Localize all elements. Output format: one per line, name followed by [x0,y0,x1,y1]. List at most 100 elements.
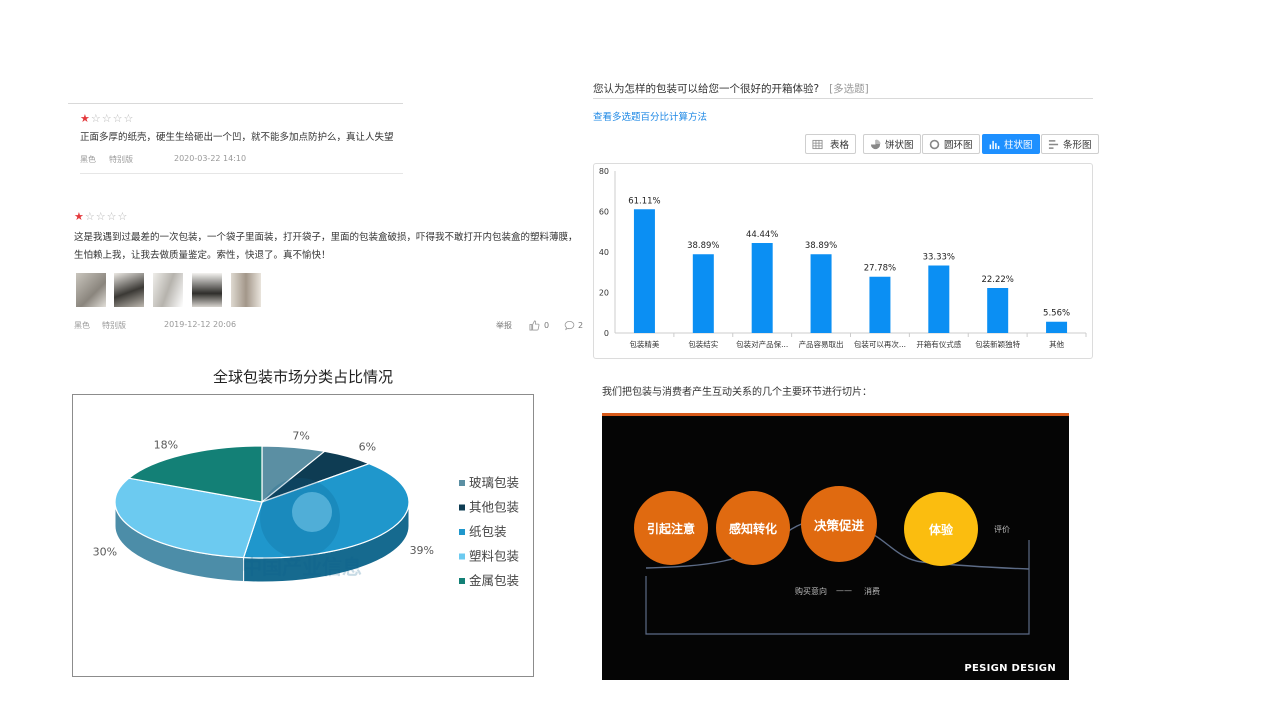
bar[interactable] [1046,321,1068,333]
review-text: 正面多厚的纸壳，硬生生给砸出一个凹，就不能多加点防护么，真让人失望 [80,132,394,143]
bar[interactable] [751,243,773,333]
x-tick-label: 包装结实 [688,339,718,349]
review-edition: 特别版 [109,155,133,164]
journey-slide: 引起注意 感知转化 决策促进 体验 评价 购买意向 —— 消费 PESIGN D… [602,413,1069,680]
review-photo[interactable] [76,273,106,307]
stage-perception: 感知转化 [716,491,790,565]
pie-percent-label: 39% [410,544,434,557]
comment-count: 2 [578,321,584,330]
bar-icon [989,140,1000,149]
bar-view-button[interactable]: 柱状图 [982,134,1040,154]
star-icon: ☆ [106,210,118,223]
legend-label: 玻璃包装 [469,475,519,490]
legend-swatch [459,553,465,560]
legend-label: 金属包装 [469,573,519,588]
like-count: 0 [544,321,550,330]
comment-button[interactable]: 2 [564,320,583,331]
x-tick-label: 其他 [1049,339,1065,349]
bar[interactable] [928,265,950,333]
star-icon: ☆ [84,210,96,223]
watermark-text: 中国产业信息 [242,555,362,579]
view-label: 表格 [830,140,850,151]
y-tick-label: 40 [599,248,609,257]
legend-swatch [459,529,465,535]
bar-value-label: 61.11% [628,196,660,206]
brand-label: PESIGN DESIGN [964,663,1056,674]
pie-percent-label: 7% [292,429,309,442]
bar-value-label: 38.89% [687,241,719,251]
pie-percent-label: 18% [154,438,178,451]
stage-decision: 决策促进 [801,486,877,562]
report-link[interactable]: 举报 [496,320,512,331]
ring-view-button[interactable]: 圆环图 [922,134,980,154]
bar[interactable] [633,209,655,333]
consume-label: 消费 [864,587,880,596]
star-icon: ☆ [123,112,135,125]
bar[interactable] [987,288,1009,333]
star-icon: ☆ [95,210,107,223]
bar-value-label: 27.78% [864,264,896,274]
legend-swatch [459,480,465,486]
question-type-badge: [多选题] [829,83,869,95]
review-photo[interactable] [114,273,144,307]
bar-value-label: 38.89% [805,241,837,251]
purchase-label: 购买意向 [795,587,827,596]
review-divider [80,173,403,174]
legend-swatch [459,504,465,511]
legend-label: 纸包装 [469,524,507,539]
bar-value-label: 5.56% [1043,309,1070,319]
bar-value-label: 44.44% [746,230,778,240]
review-photo[interactable] [153,273,183,307]
view-label: 饼状图 [885,140,914,151]
review-color: 黑色 [74,321,90,330]
star-icon: ☆ [117,210,129,223]
bar-value-label: 33.33% [923,253,955,263]
comment-icon [564,320,575,331]
star-icon: ★ [80,112,91,125]
like-button[interactable]: 0 [529,320,549,331]
review-edition: 特别版 [102,321,126,330]
review-photo[interactable] [231,273,261,307]
table-view-button[interactable]: 表格 [805,134,857,154]
survey-question-text: 您认为怎样的包装可以给您一个很好的开箱体验? [593,83,820,95]
y-tick-label: 0 [604,329,609,338]
review-rating-stars: ★☆☆☆☆ [74,211,128,223]
star-icon: ★ [74,210,85,223]
review-date: 2019-12-12 20:06 [164,320,237,329]
y-tick-label: 80 [599,167,609,176]
bar-value-label: 22.22% [981,275,1013,285]
thumb-up-icon [529,320,540,331]
x-tick-label: 包装可以再次... [854,339,906,349]
pie-view-button[interactable]: 饼状图 [863,134,921,154]
review-rating-stars: ★☆☆☆☆ [80,113,134,125]
question-divider [593,98,1093,99]
purchase-dash: —— [836,586,852,595]
hbar-view-button[interactable]: 条形图 [1041,134,1099,154]
bar[interactable] [810,254,832,333]
bar[interactable] [869,276,891,333]
review-photo[interactable] [192,273,222,307]
x-tick-label: 包装精美 [629,339,659,349]
review-text: 这是我遇到过最差的一次包装，一个袋子里面装，打开袋子，里面的包装盒破损，吓得我不… [74,232,578,261]
star-icon: ☆ [101,112,113,125]
stage-review: 评价 [994,525,1010,534]
pie-chart: 中国产业信息 7% 6% 39% 30% 18% 玻璃包装其他包装纸包装塑料包装金属包装 [93,429,519,588]
method-link[interactable]: 查看多选题百分比计算方法 [593,109,707,123]
legend-label: 其他包装 [469,500,519,515]
legend-swatch [459,578,465,584]
pie-percent-label: 30% [93,546,117,559]
x-tick-label: 产品容易取出 [799,339,844,349]
bar-chart: 0 20 40 60 80 61.11% 包装精美 38.89% 包装结实 44.44% 包装对产品… [599,167,1087,349]
star-icon: ☆ [112,112,124,125]
review-divider [68,103,403,104]
bar[interactable] [692,254,714,333]
survey-question: 您认为怎样的包装可以给您一个很好的开箱体验? [多选题] [593,81,869,96]
hbar-icon [1048,139,1059,149]
stage-experience: 体验 [904,492,978,566]
pie-percent-label: 6% [359,441,376,454]
y-tick-label: 20 [599,289,609,298]
table-icon [812,139,823,149]
x-tick-label: 开箱有仪式感 [916,339,961,349]
y-tick-label: 60 [599,208,609,217]
slide-caption: 我们把包装与消费者产生互动关系的几个主要环节进行切片： [602,387,872,398]
